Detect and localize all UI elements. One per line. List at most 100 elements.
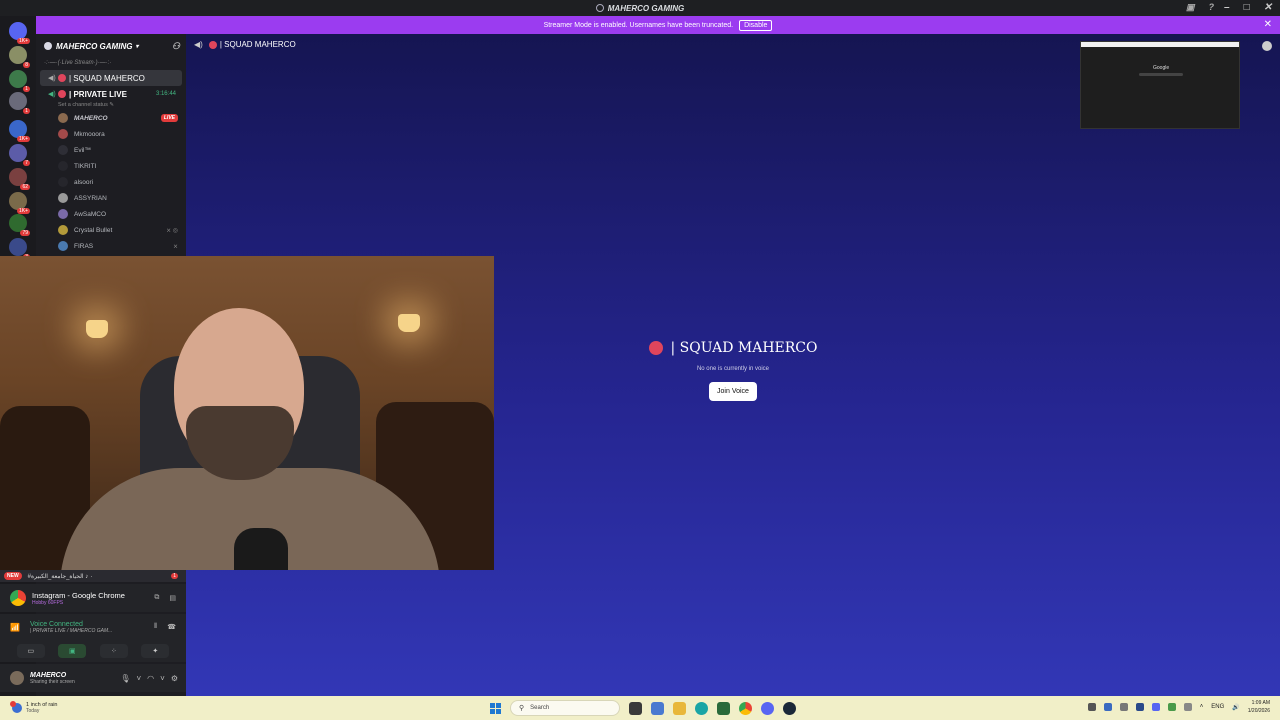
voice-user[interactable]: Evil™ [36, 142, 186, 158]
invite-people-icon[interactable]: ⚇ [172, 41, 180, 52]
chrome-icon[interactable] [739, 701, 752, 715]
voice-user[interactable]: alsoori [36, 174, 186, 190]
start-menu-icon[interactable] [490, 702, 501, 714]
screen-share-button[interactable]: ▣ [58, 644, 87, 658]
voice-connected-label[interactable]: Voice Connected [30, 621, 112, 628]
store-icon[interactable] [717, 701, 730, 715]
lamp-light [86, 320, 108, 338]
server-icon[interactable]: 79 [9, 214, 30, 236]
tray-app-icon[interactable] [1167, 703, 1176, 711]
voice-user[interactable]: Mkmooora [36, 126, 186, 142]
voice-user[interactable]: TIKRITI [36, 158, 186, 174]
channel-label: | PRIVATE LIVE [69, 89, 127, 99]
preview-search-box [1139, 73, 1183, 76]
close-banner-icon[interactable]: ✕ [1264, 19, 1272, 30]
voice-user[interactable]: Crystal Bullet ⨯ ◎ [36, 222, 186, 238]
stream-settings-icon[interactable]: ⧉ [154, 594, 159, 602]
file-explorer-icon[interactable] [673, 701, 686, 715]
channel-category[interactable]: ·:·—·(·Live Stream·)·—·:· [36, 58, 186, 70]
camera-button[interactable]: ▭ [16, 644, 45, 658]
task-view-icon[interactable] [629, 701, 642, 715]
chat-icon[interactable] [1262, 41, 1272, 51]
voice-channel-icon: ◀) [48, 75, 56, 82]
user-name: ASSYRIAN [74, 194, 107, 202]
voice-channel-title-text: | SQUAD MAHERCO [670, 340, 818, 356]
voice-channel-path[interactable]: | PRIVATE LIVE / MAHERCO GAM... [30, 628, 112, 634]
channel-squad-maherco[interactable]: ◀) | SQUAD MAHERCO [40, 70, 182, 86]
clock-time: 1:09 AM [1251, 700, 1270, 706]
muted-deafened-icon: ⨯ ◎ [166, 227, 178, 234]
channel-status-prompt[interactable]: Set a channel status ✎ [36, 102, 186, 110]
voice-user[interactable]: FIRAS ⨯ [36, 238, 186, 254]
volume-icon[interactable]: 🔊 [1232, 704, 1239, 711]
avatar [58, 145, 68, 155]
chevron-up-icon[interactable]: ˄ [1200, 704, 1204, 710]
minimize-button[interactable]: – [1224, 2, 1230, 13]
noise-suppression-icon[interactable]: ⦀ [154, 623, 157, 631]
server-icon[interactable]: 1K+ [9, 120, 30, 142]
live-badge: LIVE [160, 114, 178, 122]
server-badge: 1K+ [16, 38, 30, 44]
screen-share-preview[interactable]: Google [1080, 41, 1240, 129]
disable-streamer-mode-button[interactable]: Disable [739, 19, 773, 31]
activity-subtitle: Hobby 60FPS [32, 599, 64, 606]
soundboard-button[interactable]: ✦ [141, 644, 170, 658]
chevron-down-icon[interactable]: ˅ [137, 674, 142, 683]
tray-app-icon[interactable] [1183, 703, 1192, 711]
voice-user[interactable]: MAHERCO LIVE [36, 110, 186, 126]
chrome-icon [10, 590, 26, 606]
server-icon[interactable]: 62 [9, 168, 30, 190]
help-icon[interactable]: ? [1209, 2, 1215, 13]
weather-day: Today [26, 708, 40, 714]
tray-app-icon[interactable] [1135, 703, 1144, 711]
edge-icon[interactable] [695, 701, 708, 715]
gear-icon[interactable]: ⚙ [171, 674, 178, 683]
guild-header[interactable]: MAHERCO GAMING ▾ ⚇ [36, 34, 186, 58]
stop-stream-icon[interactable]: ▤ [169, 594, 176, 602]
voice-user[interactable]: AwSaMCO [36, 206, 186, 222]
voice-connection-panel: 📶 Voice Connected | PRIVATE LIVE / MAHER… [0, 614, 186, 640]
maximize-button[interactable]: □ [1244, 2, 1250, 13]
voice-user[interactable]: ASSYRIAN [36, 190, 186, 206]
join-voice-button[interactable]: Join Voice [709, 382, 757, 401]
close-window-button[interactable]: ✕ [1264, 2, 1272, 13]
activity-title: Instagram - Google Chrome [32, 590, 125, 600]
steam-icon[interactable] [783, 701, 796, 715]
discord-icon[interactable] [761, 701, 774, 715]
avatar[interactable] [10, 671, 24, 685]
inbox-icon[interactable]: ▣ [1186, 2, 1195, 13]
server-icon[interactable]: 1K+ [9, 192, 30, 214]
user-name: Crystal Bullet [74, 226, 113, 234]
channel-private-live[interactable]: ◀) | PRIVATE LIVE 3:16:44 [40, 86, 182, 102]
tray-app-icon[interactable] [1103, 703, 1112, 711]
language-indicator[interactable]: ENG [1211, 704, 1224, 710]
chevron-down-icon[interactable]: ˅ [160, 674, 165, 683]
tray-discord-icon[interactable] [1151, 703, 1160, 711]
voice-controls: ▭ ▣ ⁘ ✦ [0, 640, 186, 662]
activities-button[interactable]: ⁘ [99, 644, 128, 658]
server-icon[interactable]: 7 [9, 144, 30, 166]
tray-app-icon[interactable] [1119, 703, 1128, 711]
server-badge: 8 [23, 62, 30, 68]
server-icon[interactable]: 3 [9, 238, 30, 260]
server-icon[interactable]: 1 [9, 70, 30, 92]
weather-widget[interactable]: 1 inch of rain Today [0, 701, 58, 714]
unread-channel-row[interactable]: NEW #٠ ♪ الحياة_جامعة_الكبيرة 1 [0, 570, 186, 582]
taskbar-search[interactable]: ⚲ Search [510, 700, 620, 716]
server-icon[interactable]: 8 [9, 46, 30, 68]
tray-app-icon[interactable] [1087, 703, 1096, 711]
user-panel: MAHERCO Sharing their screen 🎙 ˅ ◠ ˅ ⚙ [0, 664, 186, 692]
unread-count-badge: 1 [171, 573, 178, 579]
headphones-icon[interactable]: ◠ [147, 674, 154, 683]
copilot-icon[interactable] [651, 701, 664, 715]
microphone-icon[interactable]: 🎙 [120, 674, 130, 683]
preview-google-logo: Google [1153, 65, 1170, 71]
server-icon[interactable]: 1 [9, 92, 30, 114]
taskbar-clock[interactable]: 1:09 AM 1/20/2026 [1248, 699, 1270, 715]
user-name: Evil™ [74, 146, 91, 154]
red-dot-icon [648, 341, 663, 355]
disconnect-icon[interactable]: ☎ [167, 623, 176, 631]
user-name: TIKRITI [74, 162, 97, 170]
home-server-icon[interactable]: 1K+ [9, 22, 30, 44]
red-dot-icon [58, 90, 66, 98]
